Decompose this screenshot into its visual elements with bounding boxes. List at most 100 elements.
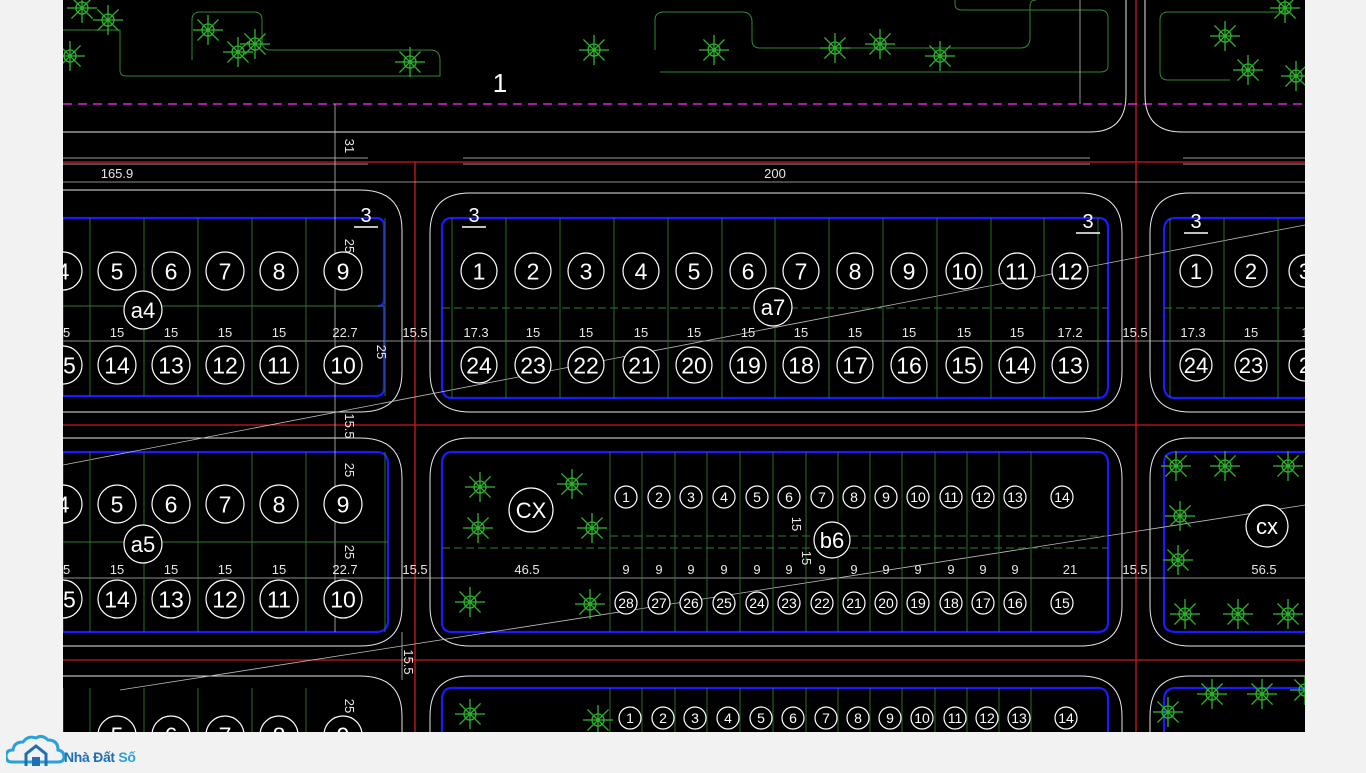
block-label: cx bbox=[1256, 514, 1278, 539]
brand-name-part1: Nhà Đất bbox=[64, 749, 119, 765]
road-width-v-lower: 15.5 bbox=[401, 649, 416, 674]
lot-number: 7 bbox=[219, 722, 232, 732]
dim-top-mid: 200 bbox=[764, 166, 786, 181]
dimension-value: 15 bbox=[272, 562, 286, 577]
dimension-value: 15 bbox=[789, 517, 804, 531]
lot-number: 22 bbox=[814, 595, 830, 611]
tree-icon bbox=[93, 5, 123, 35]
lot-number: 17 bbox=[842, 352, 868, 378]
dimension-value: 15 bbox=[218, 325, 232, 340]
lot-number: 8 bbox=[850, 489, 858, 505]
lot-number: 13 bbox=[1057, 352, 1083, 378]
dimension-value: 25 bbox=[342, 463, 357, 477]
lot-number: 10 bbox=[330, 352, 356, 378]
lot-number: 10 bbox=[914, 710, 930, 726]
dimension-value: 21 bbox=[1063, 562, 1077, 577]
tree-icon bbox=[1281, 61, 1305, 91]
road-width-v-mid: 15.5 bbox=[342, 413, 357, 438]
lot-number: 11 bbox=[948, 710, 963, 726]
dimension-labels: 151515151522.72525151515151522.7252517.3… bbox=[63, 239, 1305, 713]
dimension-value: 9 bbox=[622, 562, 629, 577]
dimension-value: 15 bbox=[634, 325, 648, 340]
dimension-value: 9 bbox=[979, 562, 986, 577]
lot-number: 15 bbox=[1054, 595, 1070, 611]
lot-number: 7 bbox=[219, 258, 232, 284]
lot-number: 25 bbox=[716, 595, 732, 611]
block-label: b6 bbox=[820, 528, 844, 553]
tree-icon bbox=[925, 41, 955, 71]
dimension-value: 15.5 bbox=[1122, 562, 1147, 577]
lot-number: 9 bbox=[337, 491, 350, 517]
lot-number: 11 bbox=[944, 489, 959, 505]
lot-number: 18 bbox=[788, 352, 814, 378]
lot-number: 7 bbox=[219, 491, 232, 517]
upper-green-area-outline bbox=[63, 0, 1290, 81]
dimension-value: 25 bbox=[374, 345, 389, 359]
dimension-value: 22.7 bbox=[332, 562, 357, 577]
tree-icon bbox=[583, 705, 613, 732]
tree-icon bbox=[63, 41, 85, 71]
lot-number: 13 bbox=[1007, 489, 1023, 505]
tree-icon bbox=[1161, 451, 1191, 481]
road-width-31: 31 bbox=[342, 139, 357, 153]
lot-number: 16 bbox=[896, 352, 922, 378]
dimension-value: 15 bbox=[1010, 325, 1024, 340]
lot-number: 19 bbox=[735, 352, 761, 378]
lot-number: 14 bbox=[1054, 489, 1070, 505]
lot-number: 12 bbox=[975, 489, 991, 505]
lot-number: 9 bbox=[886, 710, 894, 726]
lot-number: 18 bbox=[943, 595, 959, 611]
dimension-value: 15 bbox=[799, 551, 814, 565]
lot-number: 1 bbox=[473, 258, 486, 284]
lot-grid bbox=[63, 218, 1305, 732]
dimension-value: 46.5 bbox=[514, 562, 539, 577]
lot-number: 6 bbox=[165, 722, 178, 732]
dim-top-left: 165.9 bbox=[101, 166, 134, 181]
lot-number: 23 bbox=[781, 595, 797, 611]
lot-number: 17 bbox=[975, 595, 991, 611]
lot-number: 5 bbox=[688, 258, 701, 284]
lot-number: 4 bbox=[63, 491, 70, 517]
lot-number: 11 bbox=[267, 586, 291, 612]
lot-number: 12 bbox=[212, 586, 238, 612]
lot-number: 5 bbox=[111, 722, 124, 732]
lot-number: 12 bbox=[979, 710, 995, 726]
dimension-value: 25 bbox=[342, 545, 357, 559]
setback-label: 3 bbox=[360, 205, 371, 227]
dimension-value: 15.5 bbox=[402, 325, 427, 340]
lot-boundaries bbox=[63, 216, 1305, 732]
lot-number: 19 bbox=[910, 595, 926, 611]
dimension-value: 15.5 bbox=[402, 562, 427, 577]
lot-number: 5 bbox=[753, 489, 761, 505]
lot-number: 4 bbox=[720, 489, 728, 505]
tree-icon bbox=[240, 29, 270, 59]
tree-icon bbox=[1290, 675, 1305, 705]
lot-number: 26 bbox=[683, 595, 699, 611]
lot-number: 13 bbox=[158, 586, 184, 612]
dimension-value: 9 bbox=[785, 562, 792, 577]
dimension-value: 9 bbox=[947, 562, 954, 577]
lot-number: 2 bbox=[659, 710, 667, 726]
dimension-value: 15 bbox=[164, 562, 178, 577]
tree-icon bbox=[1223, 599, 1253, 629]
lot-number: 15 bbox=[951, 352, 977, 378]
tree-icon bbox=[1165, 501, 1195, 531]
dimension-value: 9 bbox=[914, 562, 921, 577]
dimension-value: 25 bbox=[342, 239, 357, 253]
tree-icon bbox=[557, 469, 587, 499]
tree-icon bbox=[1210, 21, 1240, 51]
tree-icon bbox=[1210, 451, 1240, 481]
dimension-value: 17.3 bbox=[1180, 325, 1205, 340]
lot-number: 27 bbox=[651, 595, 667, 611]
lot-number: 8 bbox=[849, 258, 862, 284]
cad-drawing-viewport[interactable]: 4567891514131211104567891514131211101234… bbox=[63, 0, 1305, 732]
tree-icon bbox=[1273, 599, 1303, 629]
lot-number: 5 bbox=[111, 491, 124, 517]
block-label: a4 bbox=[131, 298, 155, 323]
setback-label: 3 bbox=[468, 205, 479, 227]
block-label: CX bbox=[516, 498, 547, 523]
dimension-value: 15 bbox=[218, 562, 232, 577]
lot-number: 10 bbox=[330, 586, 356, 612]
dimension-value: 9 bbox=[687, 562, 694, 577]
lot-number: 9 bbox=[903, 258, 916, 284]
